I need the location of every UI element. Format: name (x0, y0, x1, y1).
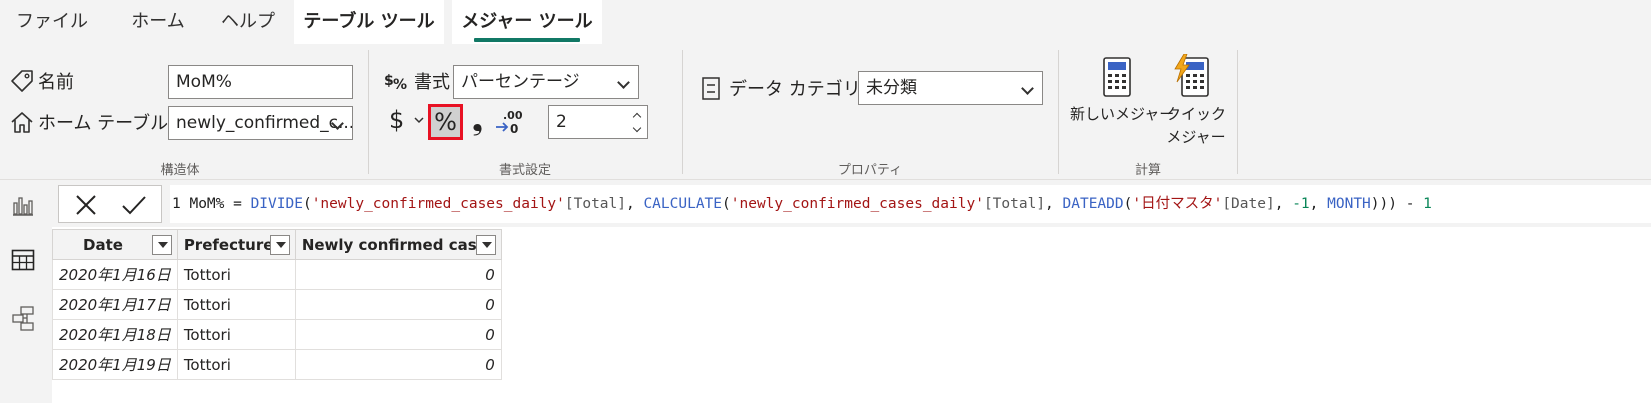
properties-group-label: プロパティ (837, 163, 903, 178)
prefecture-cell[interactable]: Tottori (176, 349, 296, 380)
tab-measure-tools[interactable]: メジャー ツール (452, 0, 602, 44)
active-tab-underline (474, 38, 580, 42)
cases-cell[interactable]: 0 (294, 259, 502, 290)
tab-table-tools[interactable]: テーブル ツール (294, 0, 444, 44)
data-grid: Date Prefecture Newly confirmed cases 20… (52, 227, 1651, 403)
decimal-increase-icon[interactable]: .00 0 (495, 108, 525, 136)
data-table: Date Prefecture Newly confirmed cases 20… (52, 229, 502, 380)
stepper-arrows[interactable] (629, 106, 647, 138)
data-view-icon[interactable] (11, 249, 35, 271)
home-table-select[interactable]: newly_confirmed_c... (168, 106, 353, 140)
prefecture-cell[interactable]: Tottori (176, 289, 296, 320)
data-category-icon (702, 77, 720, 100)
report-view-icon[interactable] (11, 195, 35, 217)
filter-dropdown-icon[interactable] (475, 235, 496, 255)
date-cell[interactable]: 2020年1月17日 (52, 289, 178, 320)
comma-style-button[interactable]: ❟ (472, 104, 483, 138)
tag-icon (11, 70, 33, 92)
model-view-icon[interactable] (11, 305, 37, 331)
formula-bar: 1 MoM% = DIVIDE('newly_confirmed_cases_d… (52, 181, 1651, 227)
tab-home[interactable]: ホーム (108, 0, 208, 44)
tab-file[interactable]: ファイル (0, 0, 104, 44)
home-table-label: ホーム テーブル (38, 113, 169, 134)
column-header-date[interactable]: Date (52, 229, 178, 260)
ribbon: 名前 MoM% ホーム テーブル newly_confirmed_c... 構造… (0, 44, 1651, 180)
currency-button[interactable]: $ (389, 106, 404, 134)
separator (682, 50, 683, 174)
table-header-row: Date Prefecture Newly confirmed cases (52, 229, 502, 260)
decimal-places-stepper[interactable]: 2 (548, 105, 648, 139)
format-label: 書式 (414, 72, 450, 93)
prefecture-cell[interactable]: Tottori (176, 319, 296, 350)
home-icon (11, 112, 33, 133)
view-switcher (0, 181, 52, 403)
name-label: 名前 (38, 72, 74, 93)
formula-buttons (58, 185, 162, 223)
table-row[interactable]: 2020年1月17日 Tottori 0 (52, 289, 502, 320)
name-input[interactable]: MoM% (168, 65, 353, 99)
data-category-label: データ カテゴリ (729, 79, 861, 100)
column-header-newly-confirmed-cases[interactable]: Newly confirmed cases (294, 229, 502, 260)
column-header-prefecture[interactable]: Prefecture (176, 229, 296, 260)
percent-button[interactable]: % (428, 104, 463, 140)
svg-text:%: % (393, 77, 407, 93)
cases-cell[interactable]: 0 (294, 319, 502, 350)
format-select[interactable]: パーセンテージ (453, 65, 639, 99)
chevron-down-icon[interactable] (413, 116, 425, 126)
table-row[interactable]: 2020年1月19日 Tottori 0 (52, 349, 502, 380)
quick-measure-icon (1174, 54, 1209, 97)
calculator-icon (1103, 57, 1131, 97)
date-cell[interactable]: 2020年1月19日 (52, 349, 178, 380)
svg-text:.00: .00 (503, 109, 523, 122)
table-row[interactable]: 2020年1月18日 Tottori 0 (52, 319, 502, 350)
quick-measure-label-2: メジャー (1166, 128, 1226, 146)
table-row[interactable]: 2020年1月16日 Tottori 0 (52, 259, 502, 290)
structure-group-label: 構造体 (160, 163, 200, 178)
calculations-group-label: 計算 (1134, 163, 1161, 178)
cases-cell[interactable]: 0 (294, 289, 502, 320)
prefecture-cell[interactable]: Tottori (176, 259, 296, 290)
formatting-group-label: 書式設定 (498, 163, 551, 178)
filter-dropdown-icon[interactable] (269, 235, 290, 255)
ribbon-tabs: ファイル ホーム ヘルプ テーブル ツール メジャー ツール (0, 0, 1651, 44)
formula-editor[interactable]: 1 MoM% = DIVIDE('newly_confirmed_cases_d… (170, 185, 1651, 223)
stepper-up-icon[interactable] (632, 112, 642, 122)
tab-help[interactable]: ヘルプ (210, 0, 286, 44)
quick-measure-label-1: クイック (1166, 105, 1227, 123)
separator (368, 50, 369, 174)
filter-dropdown-icon[interactable] (151, 235, 172, 255)
separator (1237, 50, 1238, 174)
new-measure-label: 新しいメジャー (1070, 105, 1175, 123)
cancel-formula-icon[interactable] (75, 194, 97, 216)
separator (1058, 50, 1059, 174)
date-cell[interactable]: 2020年1月16日 (52, 259, 178, 290)
commit-formula-icon[interactable] (121, 194, 147, 216)
cases-cell[interactable]: 0 (294, 349, 502, 380)
stepper-down-icon[interactable] (632, 123, 642, 133)
format-currency-percent-icon: $ % (384, 73, 407, 93)
date-cell[interactable]: 2020年1月18日 (52, 319, 178, 350)
svg-text:0: 0 (510, 122, 518, 136)
data-category-select[interactable]: 未分類 (858, 71, 1043, 105)
